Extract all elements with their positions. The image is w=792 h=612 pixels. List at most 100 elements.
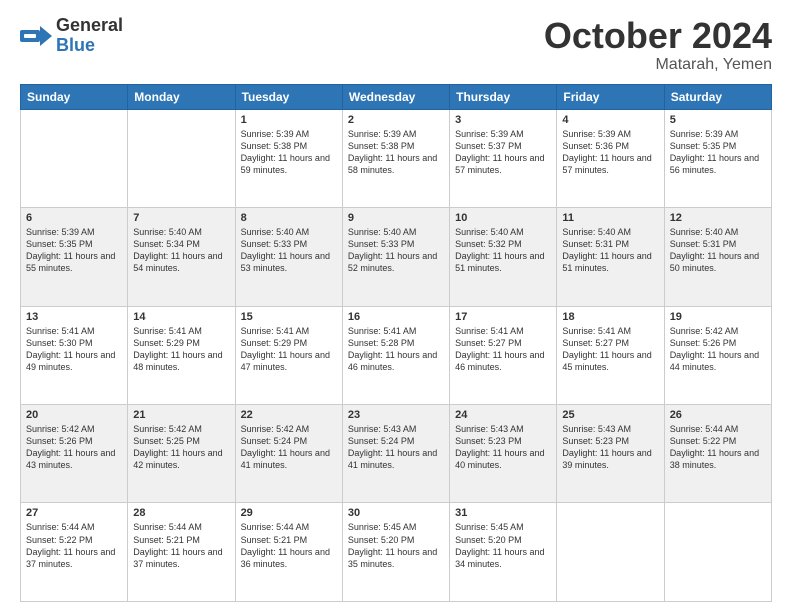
calendar-cell: 24 Sunrise: 5:43 AMSunset: 5:23 PMDayligh… bbox=[450, 405, 557, 503]
calendar-cell: 31 Sunrise: 5:45 AMSunset: 5:20 PMDayligh… bbox=[450, 503, 557, 602]
day-number: 31 bbox=[455, 507, 551, 519]
page: General Blue October 2024 Matarah, Yemen… bbox=[0, 0, 792, 612]
day-detail: Sunrise: 5:45 AMSunset: 5:20 PMDaylight:… bbox=[348, 521, 444, 570]
calendar-header-row: SundayMondayTuesdayWednesdayThursdayFrid… bbox=[21, 84, 772, 109]
calendar-cell: 9 Sunrise: 5:40 AMSunset: 5:33 PMDaylight… bbox=[342, 208, 449, 306]
calendar-header-wednesday: Wednesday bbox=[342, 84, 449, 109]
calendar-cell bbox=[128, 109, 235, 207]
day-detail: Sunrise: 5:39 AMSunset: 5:35 PMDaylight:… bbox=[670, 128, 766, 177]
logo-subtext: Blue bbox=[56, 36, 123, 56]
calendar-cell: 2 Sunrise: 5:39 AMSunset: 5:38 PMDaylight… bbox=[342, 109, 449, 207]
calendar-header-friday: Friday bbox=[557, 84, 664, 109]
day-number: 27 bbox=[26, 507, 122, 519]
header: General Blue October 2024 Matarah, Yemen bbox=[20, 16, 772, 74]
day-detail: Sunrise: 5:39 AMSunset: 5:37 PMDaylight:… bbox=[455, 128, 551, 177]
day-detail: Sunrise: 5:41 AMSunset: 5:30 PMDaylight:… bbox=[26, 325, 122, 374]
day-detail: Sunrise: 5:45 AMSunset: 5:20 PMDaylight:… bbox=[455, 521, 551, 570]
logo-text: General bbox=[56, 16, 123, 36]
calendar-cell: 20 Sunrise: 5:42 AMSunset: 5:26 PMDayligh… bbox=[21, 405, 128, 503]
day-detail: Sunrise: 5:39 AMSunset: 5:38 PMDaylight:… bbox=[241, 128, 337, 177]
calendar-week-row: 27 Sunrise: 5:44 AMSunset: 5:22 PMDayligh… bbox=[21, 503, 772, 602]
calendar-cell: 21 Sunrise: 5:42 AMSunset: 5:25 PMDayligh… bbox=[128, 405, 235, 503]
day-number: 26 bbox=[670, 409, 766, 421]
day-number: 23 bbox=[348, 409, 444, 421]
day-detail: Sunrise: 5:40 AMSunset: 5:33 PMDaylight:… bbox=[348, 226, 444, 275]
location: Matarah, Yemen bbox=[544, 56, 772, 74]
day-number: 21 bbox=[133, 409, 229, 421]
calendar-table: SundayMondayTuesdayWednesdayThursdayFrid… bbox=[20, 84, 772, 602]
day-detail: Sunrise: 5:40 AMSunset: 5:31 PMDaylight:… bbox=[670, 226, 766, 275]
calendar-cell bbox=[557, 503, 664, 602]
calendar-cell: 12 Sunrise: 5:40 AMSunset: 5:31 PMDayligh… bbox=[664, 208, 771, 306]
day-number: 1 bbox=[241, 114, 337, 126]
calendar-cell: 16 Sunrise: 5:41 AMSunset: 5:28 PMDayligh… bbox=[342, 306, 449, 404]
day-detail: Sunrise: 5:41 AMSunset: 5:29 PMDaylight:… bbox=[241, 325, 337, 374]
calendar-cell: 17 Sunrise: 5:41 AMSunset: 5:27 PMDayligh… bbox=[450, 306, 557, 404]
calendar-cell: 5 Sunrise: 5:39 AMSunset: 5:35 PMDaylight… bbox=[664, 109, 771, 207]
calendar-header-tuesday: Tuesday bbox=[235, 84, 342, 109]
calendar-cell: 11Sunrise: 5:40 AMSunset: 5:31 PMDayligh… bbox=[557, 208, 664, 306]
day-number: 6 bbox=[26, 212, 122, 224]
day-detail: Sunrise: 5:43 AMSunset: 5:23 PMDaylight:… bbox=[455, 423, 551, 472]
calendar-cell: 14Sunrise: 5:41 AMSunset: 5:29 PMDayligh… bbox=[128, 306, 235, 404]
day-detail: Sunrise: 5:39 AMSunset: 5:35 PMDaylight:… bbox=[26, 226, 122, 275]
day-number: 5 bbox=[670, 114, 766, 126]
calendar-cell: 28 Sunrise: 5:44 AMSunset: 5:21 PMDayligh… bbox=[128, 503, 235, 602]
day-detail: Sunrise: 5:44 AMSunset: 5:21 PMDaylight:… bbox=[133, 521, 229, 570]
day-detail: Sunrise: 5:41 AMSunset: 5:27 PMDaylight:… bbox=[455, 325, 551, 374]
calendar-week-row: 1 Sunrise: 5:39 AMSunset: 5:38 PMDaylight… bbox=[21, 109, 772, 207]
calendar-header-saturday: Saturday bbox=[664, 84, 771, 109]
day-number: 10 bbox=[455, 212, 551, 224]
calendar-cell: 30Sunrise: 5:45 AMSunset: 5:20 PMDayligh… bbox=[342, 503, 449, 602]
day-number: 29 bbox=[241, 507, 337, 519]
calendar-cell bbox=[21, 109, 128, 207]
day-detail: Sunrise: 5:41 AMSunset: 5:29 PMDaylight:… bbox=[133, 325, 229, 374]
day-number: 3 bbox=[455, 114, 551, 126]
calendar-cell: 7Sunrise: 5:40 AMSunset: 5:34 PMDaylight… bbox=[128, 208, 235, 306]
calendar-cell: 15Sunrise: 5:41 AMSunset: 5:29 PMDayligh… bbox=[235, 306, 342, 404]
day-number: 22 bbox=[241, 409, 337, 421]
day-detail: Sunrise: 5:39 AMSunset: 5:36 PMDaylight:… bbox=[562, 128, 658, 177]
day-detail: Sunrise: 5:41 AMSunset: 5:28 PMDaylight:… bbox=[348, 325, 444, 374]
calendar-week-row: 20 Sunrise: 5:42 AMSunset: 5:26 PMDayligh… bbox=[21, 405, 772, 503]
day-detail: Sunrise: 5:42 AMSunset: 5:25 PMDaylight:… bbox=[133, 423, 229, 472]
calendar-cell: 19Sunrise: 5:42 AMSunset: 5:26 PMDayligh… bbox=[664, 306, 771, 404]
day-number: 18 bbox=[562, 311, 658, 323]
calendar-cell: 27 Sunrise: 5:44 AMSunset: 5:22 PMDayligh… bbox=[21, 503, 128, 602]
day-number: 2 bbox=[348, 114, 444, 126]
day-detail: Sunrise: 5:43 AMSunset: 5:23 PMDaylight:… bbox=[562, 423, 658, 472]
day-detail: Sunrise: 5:42 AMSunset: 5:26 PMDaylight:… bbox=[26, 423, 122, 472]
day-detail: Sunrise: 5:39 AMSunset: 5:38 PMDaylight:… bbox=[348, 128, 444, 177]
day-detail: Sunrise: 5:42 AMSunset: 5:26 PMDaylight:… bbox=[670, 325, 766, 374]
calendar-header-thursday: Thursday bbox=[450, 84, 557, 109]
calendar-cell: 13Sunrise: 5:41 AMSunset: 5:30 PMDayligh… bbox=[21, 306, 128, 404]
logo-icon bbox=[20, 22, 52, 50]
day-number: 20 bbox=[26, 409, 122, 421]
calendar-cell: 3 Sunrise: 5:39 AMSunset: 5:37 PMDaylight… bbox=[450, 109, 557, 207]
calendar-cell: 4Sunrise: 5:39 AMSunset: 5:36 PMDaylight… bbox=[557, 109, 664, 207]
day-detail: Sunrise: 5:44 AMSunset: 5:22 PMDaylight:… bbox=[670, 423, 766, 472]
day-number: 24 bbox=[455, 409, 551, 421]
day-number: 12 bbox=[670, 212, 766, 224]
day-number: 28 bbox=[133, 507, 229, 519]
day-number: 8 bbox=[241, 212, 337, 224]
calendar-cell: 22 Sunrise: 5:42 AMSunset: 5:24 PMDayligh… bbox=[235, 405, 342, 503]
calendar-cell: 8Sunrise: 5:40 AMSunset: 5:33 PMDaylight… bbox=[235, 208, 342, 306]
day-detail: Sunrise: 5:41 AMSunset: 5:27 PMDaylight:… bbox=[562, 325, 658, 374]
day-detail: Sunrise: 5:43 AMSunset: 5:24 PMDaylight:… bbox=[348, 423, 444, 472]
day-number: 16 bbox=[348, 311, 444, 323]
day-number: 17 bbox=[455, 311, 551, 323]
day-detail: Sunrise: 5:44 AMSunset: 5:21 PMDaylight:… bbox=[241, 521, 337, 570]
calendar-cell bbox=[664, 503, 771, 602]
calendar-cell: 6 Sunrise: 5:39 AMSunset: 5:35 PMDaylight… bbox=[21, 208, 128, 306]
day-detail: Sunrise: 5:40 AMSunset: 5:32 PMDaylight:… bbox=[455, 226, 551, 275]
day-detail: Sunrise: 5:42 AMSunset: 5:24 PMDaylight:… bbox=[241, 423, 337, 472]
month-title: October 2024 bbox=[544, 16, 772, 56]
day-number: 7 bbox=[133, 212, 229, 224]
logo: General Blue bbox=[20, 16, 123, 56]
day-detail: Sunrise: 5:44 AMSunset: 5:22 PMDaylight:… bbox=[26, 521, 122, 570]
calendar-cell: 1 Sunrise: 5:39 AMSunset: 5:38 PMDaylight… bbox=[235, 109, 342, 207]
day-detail: Sunrise: 5:40 AMSunset: 5:31 PMDaylight:… bbox=[562, 226, 658, 275]
day-number: 9 bbox=[348, 212, 444, 224]
calendar-cell: 29 Sunrise: 5:44 AMSunset: 5:21 PMDayligh… bbox=[235, 503, 342, 602]
